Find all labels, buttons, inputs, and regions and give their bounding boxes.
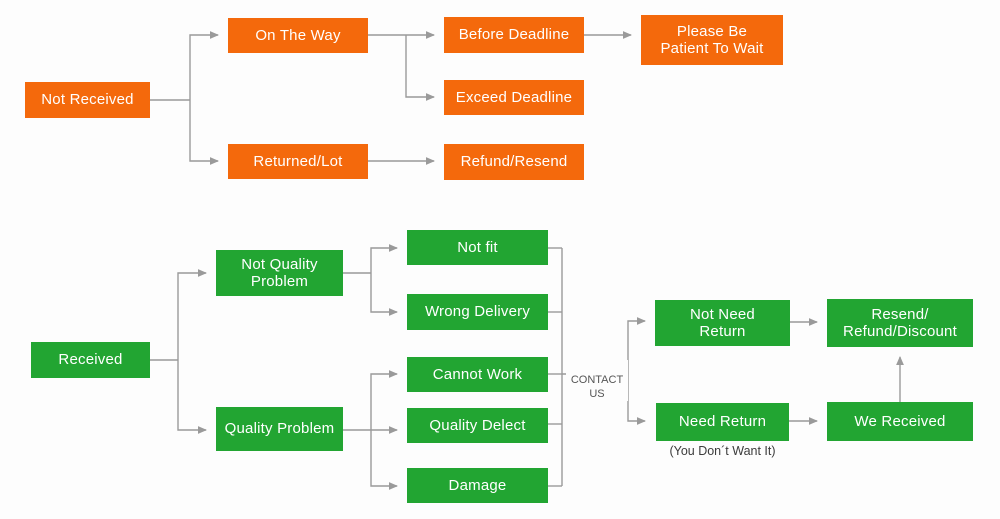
- edge-not-received-to-on-the-way: [189, 31, 219, 100]
- node-label: Received: [58, 351, 123, 369]
- node-not-fit[interactable]: Not fit: [407, 230, 548, 265]
- caption-you-dont-want-it: (You Don´t Want It): [656, 444, 789, 458]
- node-label: Exceed Deadline: [455, 88, 573, 106]
- node-damage[interactable]: Damage: [407, 468, 548, 503]
- node-not-need-return[interactable]: Not Need Return: [655, 300, 790, 346]
- node-label: Quality Problem: [224, 420, 335, 438]
- node-label: Not Quality Problem: [241, 255, 318, 290]
- node-label: Damage: [448, 476, 507, 494]
- edge-not-quality-problem-to-not-fit: [370, 244, 398, 273]
- node-wrong-delivery[interactable]: Wrong Delivery: [407, 294, 548, 330]
- edge-label-contact-us: CONTACT US: [566, 360, 628, 402]
- node-need-return[interactable]: Need Return: [656, 403, 789, 441]
- node-label: Not fit: [457, 238, 498, 256]
- node-label: Refund/Resend: [460, 153, 568, 171]
- node-not-received[interactable]: Not Received: [25, 82, 150, 118]
- edge-received-to-quality-problem: [177, 360, 207, 434]
- edge-quality-problem-to-cannot-work: [370, 370, 398, 430]
- edge-on-the-way-to-exceed-deadline: [405, 35, 435, 101]
- node-cannot-work[interactable]: Cannot Work: [407, 357, 548, 392]
- node-quality-delect[interactable]: Quality Delect: [407, 408, 548, 443]
- edge-not-received-to-returned-lot: [189, 100, 219, 165]
- caption-text: (You Don´t Want It): [669, 444, 776, 458]
- edge-label-text: CONTACT US: [570, 373, 624, 400]
- node-label: Returned/Lot: [253, 152, 343, 170]
- node-received[interactable]: Received: [31, 342, 150, 378]
- node-label: Resend/ Refund/Discount: [843, 305, 957, 340]
- node-we-received[interactable]: We Received: [827, 402, 973, 441]
- node-on-the-way[interactable]: On The Way: [228, 18, 368, 53]
- node-before-deadline[interactable]: Before Deadline: [444, 17, 584, 53]
- edge-received-to-not-quality-problem: [177, 269, 207, 360]
- node-label: Please Be Patient To Wait: [660, 22, 764, 57]
- node-label: Cannot Work: [432, 365, 523, 383]
- node-label: Need Return: [678, 413, 767, 431]
- node-label: Quality Delect: [429, 416, 526, 434]
- node-exceed-deadline[interactable]: Exceed Deadline: [444, 80, 584, 115]
- edge-contact-us-to-not-need-return: [627, 317, 646, 374]
- node-label: Not Need Return: [690, 305, 755, 340]
- node-resend-refund-discount[interactable]: Resend/ Refund/Discount: [827, 299, 973, 347]
- node-label: Wrong Delivery: [424, 303, 531, 321]
- node-label: Before Deadline: [458, 26, 570, 44]
- node-refund-resend[interactable]: Refund/Resend: [444, 144, 584, 180]
- edge-contact-us-to-need-return: [627, 374, 646, 425]
- node-not-quality-problem[interactable]: Not Quality Problem: [216, 250, 343, 296]
- node-returned-lot[interactable]: Returned/Lot: [228, 144, 368, 179]
- node-label: On The Way: [255, 26, 341, 44]
- edge-quality-problem-to-damage: [370, 430, 398, 490]
- node-label: We Received: [854, 412, 946, 430]
- node-label: Not Received: [41, 91, 134, 109]
- node-please-be-patient-to-wait[interactable]: Please Be Patient To Wait: [641, 15, 783, 65]
- node-quality-problem[interactable]: Quality Problem: [216, 407, 343, 451]
- edge-not-quality-problem-to-wrong-delivery: [370, 273, 398, 316]
- flowchart-canvas: Not Received On The Way Before Deadline …: [0, 0, 1000, 519]
